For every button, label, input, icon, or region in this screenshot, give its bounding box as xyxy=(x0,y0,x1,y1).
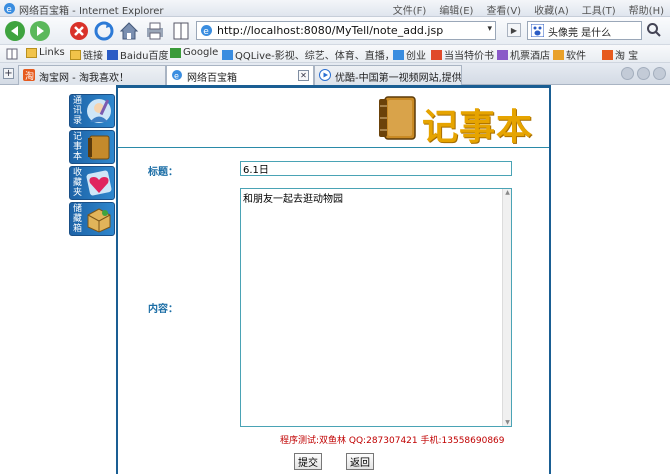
print-icon[interactable] xyxy=(144,20,166,42)
fav-taobao[interactable]: 淘 宝 xyxy=(602,47,638,62)
sidebar-item-notes[interactable]: 记事本 xyxy=(69,130,115,164)
sidebar-item-label: 收藏夹 xyxy=(73,168,83,198)
page-icon: e xyxy=(172,70,182,81)
menu-edit[interactable]: 编辑(E) xyxy=(439,2,473,17)
folder-icon xyxy=(26,47,37,58)
favorites-book-icon[interactable] xyxy=(6,48,18,60)
taobao-icon: 淘 xyxy=(23,69,35,81)
page-icon xyxy=(393,49,404,60)
fav-baidu[interactable]: Baidu百度 xyxy=(107,47,168,62)
content-scrollbar[interactable]: ▲ ▼ xyxy=(502,189,511,426)
youku-icon xyxy=(319,69,331,81)
home-icon[interactable] xyxy=(118,20,140,42)
tab-baibaoxiang[interactable]: e 网络百宝箱 ✕ xyxy=(166,65,314,86)
book-icon[interactable] xyxy=(170,20,192,42)
sidebar-item-favorites[interactable]: 收藏夹 xyxy=(69,166,115,200)
window-titlebar: e 网络百宝箱 - Internet Explorer 文件(F) 编辑(E) … xyxy=(0,0,670,17)
baidu-paw-icon xyxy=(531,24,544,37)
baidu-icon xyxy=(107,49,118,60)
menu-bar: 文件(F) 编辑(E) 查看(V) 收藏(A) 工具(T) 帮助(H) xyxy=(393,2,664,17)
menu-favorites[interactable]: 收藏(A) xyxy=(534,2,569,17)
submit-button[interactable]: 提交 xyxy=(294,453,322,470)
stop-icon[interactable] xyxy=(68,20,90,42)
favorites-bar: Links 链接 Baidu百度 Google QQLive-影视、综艺、体育、… xyxy=(0,45,670,63)
search-input[interactable]: 头像莞 是什么 xyxy=(548,24,611,39)
search-box[interactable]: 头像莞 是什么 xyxy=(527,21,642,40)
storage-box-icon xyxy=(87,208,111,233)
new-tab-button[interactable]: + xyxy=(3,68,14,79)
taobao-icon xyxy=(602,49,613,60)
address-bar[interactable]: e http://localhost:8080/MyTell/note_add.… xyxy=(196,21,496,40)
back-arrow-icon[interactable] xyxy=(4,20,26,42)
page-header: 记事本 xyxy=(118,88,549,148)
sidebar-item-contacts[interactable]: 通讯录 xyxy=(69,94,115,128)
svg-text:淘: 淘 xyxy=(25,70,34,81)
navigation-bar: e http://localhost:8080/MyTell/note_add.… xyxy=(0,17,670,45)
fav-links[interactable]: Links xyxy=(26,47,65,58)
notebook-frame: 记事本 标题： 内容： 和朋友一起去逛动物园 ▲ ▼ 程序测试:双鱼林 QQ:2… xyxy=(116,85,551,474)
tab-taobao[interactable]: 淘 淘宝网 - 淘我喜欢！ xyxy=(18,65,166,85)
contacts-icon xyxy=(87,99,111,123)
tab-youku[interactable]: 优酷-中国第一视频网站,提供... xyxy=(314,65,462,85)
notebook-logo-icon xyxy=(379,96,416,140)
menu-view[interactable]: 查看(V) xyxy=(486,2,521,17)
menu-tools[interactable]: 工具(T) xyxy=(582,2,616,17)
notebook-icon xyxy=(88,135,110,160)
scroll-down-icon[interactable]: ▼ xyxy=(503,419,512,426)
sidebar-item-storage[interactable]: 储藏箱 xyxy=(69,202,115,236)
fav-qqlive[interactable]: QQLive-影视、综艺、体育、直播，... xyxy=(222,47,404,62)
fav-google[interactable]: Google xyxy=(170,47,218,58)
ie-logo-icon: e xyxy=(4,3,15,15)
menu-file[interactable]: 文件(F) xyxy=(393,2,427,17)
title-label: 标题： xyxy=(148,167,178,178)
chevron-down-icon[interactable]: ▾ xyxy=(487,24,492,34)
menu-help[interactable]: 帮助(H) xyxy=(629,2,664,17)
folder-icon xyxy=(70,49,81,60)
refresh-icon[interactable] xyxy=(93,20,115,42)
qqlive-icon xyxy=(222,49,233,60)
go-button[interactable]: ▶ xyxy=(507,23,521,37)
page-content: 通讯录 记事本 收藏夹 储藏箱 记事本 标题： 6.1日 内容： 和朋友一起去逛… xyxy=(0,85,670,474)
fav-jipiao[interactable]: 机票酒店 xyxy=(497,47,550,62)
sidebar-item-label: 记事本 xyxy=(73,132,83,162)
svg-text:e: e xyxy=(6,5,12,15)
content-textarea[interactable]: 和朋友一起去逛动物园 xyxy=(240,188,512,427)
fav-chuangye[interactable]: 创业 xyxy=(393,47,426,62)
google-icon xyxy=(170,47,181,58)
window-title: 网络百宝箱 - Internet Explorer xyxy=(19,6,164,17)
title-input[interactable] xyxy=(240,161,512,176)
search-icon[interactable] xyxy=(646,22,662,38)
address-url[interactable]: http://localhost:8080/MyTell/note_add.js… xyxy=(217,24,443,37)
fav-dangdang[interactable]: 当当特价书 xyxy=(431,47,494,62)
page-icon: e xyxy=(201,25,212,37)
tab-scroll-right-icon[interactable] xyxy=(637,67,650,80)
ticket-icon xyxy=(497,49,508,60)
heart-icon xyxy=(86,170,112,196)
sidebar-item-label: 通讯录 xyxy=(73,96,83,126)
fav-ruanjian[interactable]: 软件 xyxy=(553,47,586,62)
dangdang-icon xyxy=(431,49,442,60)
close-icon[interactable]: ✕ xyxy=(298,70,309,81)
software-icon xyxy=(553,49,564,60)
fav-lianjie[interactable]: 链接 xyxy=(70,47,103,62)
forward-arrow-icon[interactable] xyxy=(29,20,51,42)
content-label: 内容： xyxy=(148,304,178,315)
back-button[interactable]: 返回 xyxy=(346,453,374,470)
tab-bar: + 淘 淘宝网 - 淘我喜欢！ e 网络百宝箱 ✕ 优酷-中国第一视频网站,提供… xyxy=(0,63,670,86)
tab-scroll-left-icon[interactable] xyxy=(621,67,634,80)
credit-text: 程序测试:双鱼林 QQ:287307421 手机:13558690869 xyxy=(280,436,505,446)
tab-list-icon[interactable] xyxy=(653,67,666,80)
svg-text:e: e xyxy=(203,27,209,37)
sidebar-item-label: 储藏箱 xyxy=(73,204,83,234)
svg-text:e: e xyxy=(174,72,179,81)
page-logo-title: 记事本 xyxy=(422,106,534,148)
scroll-up-icon[interactable]: ▲ xyxy=(503,189,512,196)
